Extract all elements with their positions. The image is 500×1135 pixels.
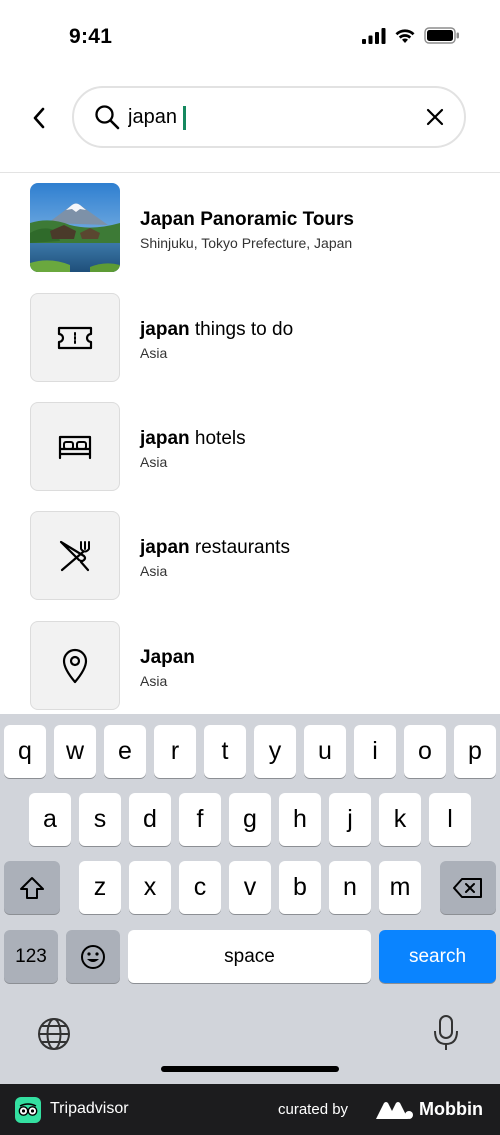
status-bar: 9:41: [0, 0, 500, 74]
key-c[interactable]: c: [179, 861, 221, 914]
search-icon: [95, 105, 120, 130]
search-box[interactable]: [72, 86, 466, 148]
result-item[interactable]: Japan Panoramic Tours Shinjuku, Tokyo Pr…: [0, 183, 500, 275]
key-m[interactable]: m: [379, 861, 421, 914]
tripadvisor-logo-icon: [15, 1097, 41, 1123]
key-j[interactable]: j: [329, 793, 371, 846]
text-caret: [183, 106, 186, 130]
shift-icon: [20, 876, 44, 899]
key-b[interactable]: b: [279, 861, 321, 914]
result-item[interactable]: japan restaurants Asia: [0, 511, 500, 603]
result-item[interactable]: japan hotels Asia: [0, 402, 500, 494]
result-icon-box: [30, 293, 120, 382]
key-s[interactable]: s: [79, 793, 121, 846]
key-v[interactable]: v: [229, 861, 271, 914]
key-q[interactable]: q: [4, 725, 46, 778]
key-f[interactable]: f: [179, 793, 221, 846]
fork-knife-icon: [59, 540, 90, 571]
result-subtitle: Asia: [140, 673, 168, 689]
key-u[interactable]: u: [304, 725, 346, 778]
footer-bar: Tripadvisor curated by Mobbin: [0, 1084, 500, 1135]
key-x[interactable]: x: [129, 861, 171, 914]
globe-icon[interactable]: [37, 1017, 71, 1051]
result-subtitle: Asia: [140, 454, 168, 470]
emoji-key[interactable]: [66, 930, 120, 983]
key-d[interactable]: d: [129, 793, 171, 846]
status-time: 9:41: [69, 25, 113, 48]
delete-key[interactable]: [440, 861, 496, 914]
key-l[interactable]: l: [429, 793, 471, 846]
search-key[interactable]: search: [379, 930, 496, 983]
result-title: Japan: [140, 647, 195, 668]
home-indicator: [161, 1066, 339, 1072]
result-title: japan hotels: [140, 428, 246, 449]
clear-icon[interactable]: [424, 106, 446, 128]
emoji-icon: [81, 944, 105, 969]
signal-icon: [362, 27, 386, 44]
result-subtitle: Asia: [140, 563, 168, 579]
result-photo: [30, 183, 120, 272]
backspace-icon: [453, 877, 482, 898]
space-key[interactable]: space: [128, 930, 371, 983]
result-title: japan restaurants: [140, 537, 290, 558]
back-button[interactable]: [26, 104, 52, 132]
result-subtitle: Shinjuku, Tokyo Prefecture, Japan: [140, 235, 353, 251]
battery-icon: [424, 27, 459, 44]
key-o[interactable]: o: [404, 725, 446, 778]
landscape-photo: [30, 183, 120, 272]
key-h[interactable]: h: [279, 793, 321, 846]
key-g[interactable]: g: [229, 793, 271, 846]
key-k[interactable]: k: [379, 793, 421, 846]
key-e[interactable]: e: [104, 725, 146, 778]
shift-key[interactable]: [4, 861, 60, 914]
result-icon-box: [30, 402, 120, 491]
microphone-icon[interactable]: [433, 1014, 459, 1052]
wifi-icon: [395, 28, 415, 43]
result-subtitle: Asia: [140, 345, 168, 361]
result-title: Japan Panoramic Tours: [140, 209, 354, 230]
key-w[interactable]: w: [54, 725, 96, 778]
map-pin-icon: [62, 648, 88, 683]
key-t[interactable]: t: [204, 725, 246, 778]
key-a[interactable]: a: [29, 793, 71, 846]
result-icon-box: [30, 621, 120, 710]
numbers-key[interactable]: 123: [4, 930, 58, 983]
mobbin-logo-icon: [376, 1102, 413, 1119]
bed-icon: [58, 435, 92, 459]
keyboard: q w e r t y u i o p a s d f g h j k l z …: [0, 714, 500, 1084]
footer-brand: Tripadvisor: [50, 1100, 129, 1117]
key-n[interactable]: n: [329, 861, 371, 914]
key-p[interactable]: p: [454, 725, 496, 778]
key-z[interactable]: z: [79, 861, 121, 914]
result-item[interactable]: japan things to do Asia: [0, 293, 500, 385]
key-i[interactable]: i: [354, 725, 396, 778]
key-y[interactable]: y: [254, 725, 296, 778]
chevron-left-icon: [33, 107, 45, 129]
mobbin-name: Mobbin: [419, 1099, 483, 1119]
status-icons: [362, 27, 460, 44]
result-title: japan things to do: [140, 319, 294, 340]
curated-by-label: curated by: [278, 1101, 349, 1118]
header-divider: [0, 172, 500, 173]
result-item[interactable]: Japan Asia: [0, 621, 500, 713]
key-r[interactable]: r: [154, 725, 196, 778]
search-input[interactable]: [128, 102, 408, 132]
result-icon-box: [30, 511, 120, 600]
ticket-icon: [57, 326, 93, 349]
